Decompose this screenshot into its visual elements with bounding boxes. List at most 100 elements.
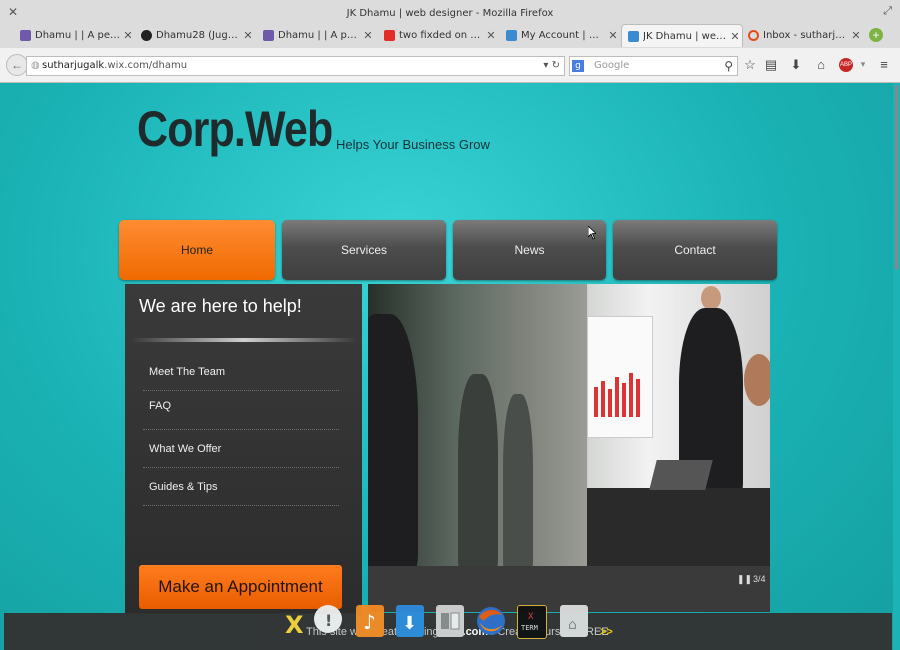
whiteboard-chart bbox=[587, 316, 653, 438]
url-path: .wix.com/dhamu bbox=[104, 60, 188, 71]
search-icon[interactable]: ⚲ bbox=[724, 57, 733, 75]
svg-text:⌂: ⌂ bbox=[568, 617, 577, 633]
avatar-icon bbox=[20, 29, 31, 41]
site-tagline: Helps Your Business Grow bbox=[336, 137, 490, 152]
woman-head bbox=[744, 354, 770, 406]
help-link-what-we-offer[interactable]: What We Offer bbox=[149, 443, 339, 455]
site-logo[interactable]: Corp.Web bbox=[137, 100, 333, 158]
svg-text:⬇: ⬇ bbox=[402, 613, 417, 634]
tab-label: Inbox - sutharjugalk@... bbox=[763, 29, 849, 41]
tab-7[interactable]: Inbox - sutharjugalk@... ✕ bbox=[742, 24, 863, 46]
download-manager-icon[interactable]: ⬇ bbox=[396, 605, 424, 637]
tab-label: two fixded on the top... bbox=[399, 29, 484, 41]
svg-text:X: X bbox=[285, 611, 304, 637]
svg-text:X: X bbox=[528, 612, 534, 622]
slideshow-image[interactable] bbox=[368, 284, 770, 566]
google-engine-icon[interactable]: g bbox=[572, 60, 584, 72]
svg-text:♪: ♪ bbox=[363, 610, 376, 634]
make-appointment-button[interactable]: Make an Appointment bbox=[139, 565, 342, 609]
hamburger-menu-icon[interactable]: ≡ bbox=[876, 57, 892, 72]
nav-home-button[interactable]: Home bbox=[119, 220, 275, 280]
close-tab-icon[interactable]: ✕ bbox=[484, 29, 498, 42]
avatar-icon bbox=[263, 29, 274, 41]
divider bbox=[143, 390, 339, 391]
tab-label: My Account | Wix.com bbox=[521, 29, 606, 41]
url-bar[interactable]: ◍ sutharjugalk.wix.com/dhamu ▾ ↻ bbox=[26, 56, 565, 76]
tab-4[interactable]: two fixded on the top... ✕ bbox=[378, 24, 498, 46]
bookmark-star-icon[interactable]: ☆ bbox=[742, 57, 758, 73]
close-tab-icon[interactable]: ✕ bbox=[728, 30, 742, 43]
help-link-guides-tips[interactable]: Guides & Tips bbox=[149, 481, 339, 493]
nav-services-button[interactable]: Services bbox=[282, 220, 446, 280]
tab-1[interactable]: Dhamu | | A perfect ... ✕ bbox=[14, 24, 135, 46]
tab-3[interactable]: Dhamu | | A perfect ... ✕ bbox=[257, 24, 375, 46]
navigation-toolbar: ← ◍ sutharjugalk.wix.com/dhamu ▾ ↻ g Goo… bbox=[0, 48, 900, 83]
meeting-table bbox=[587, 488, 770, 566]
tab-2[interactable]: Dhamu28 (Jugal Dha... ✕ bbox=[135, 24, 255, 46]
new-tab-plus-icon[interactable]: + bbox=[869, 28, 883, 42]
tab-6-active[interactable]: JK Dhamu | web desi... ✕ bbox=[621, 24, 743, 47]
reload-icon[interactable]: ▾ ↻ bbox=[543, 57, 560, 75]
close-tab-icon[interactable]: ✕ bbox=[361, 29, 375, 42]
download-arrow-icon[interactable]: ⬇ bbox=[788, 57, 804, 73]
businessman-figure bbox=[368, 314, 418, 566]
close-tab-icon[interactable]: ✕ bbox=[606, 29, 620, 42]
help-title: We are here to help! bbox=[139, 296, 302, 316]
loading-icon bbox=[748, 29, 759, 41]
music-player-icon[interactable]: ♪ bbox=[356, 605, 384, 637]
divider bbox=[143, 467, 339, 468]
window-titlebar: ✕ JK Dhamu | web designer - Mozilla Fire… bbox=[0, 0, 900, 26]
wix-icon bbox=[628, 30, 639, 42]
wix-icon bbox=[506, 29, 517, 41]
scrollbar-thumb[interactable] bbox=[895, 85, 898, 270]
bar-chart-graphic bbox=[594, 373, 640, 417]
laptop-graphic bbox=[649, 460, 713, 490]
tab-label: JK Dhamu | web desi... bbox=[643, 30, 728, 42]
svg-text:TERM: TERM bbox=[521, 624, 538, 632]
adblock-icon[interactable]: ABP bbox=[839, 58, 853, 72]
adblock-dropdown-icon[interactable]: ▾ bbox=[855, 59, 871, 70]
reading-list-icon[interactable]: ▤ bbox=[763, 57, 779, 73]
nav-contact-button[interactable]: Contact bbox=[613, 220, 777, 280]
help-link-meet-the-team[interactable]: Meet The Team bbox=[149, 366, 339, 378]
home-icon[interactable]: ⌂ bbox=[813, 57, 829, 72]
url-host: sutharjugalk bbox=[42, 60, 105, 71]
firefox-icon[interactable] bbox=[476, 605, 505, 637]
terminal-icon[interactable]: X TERM bbox=[517, 605, 547, 639]
page-scrollbar[interactable] bbox=[893, 83, 900, 650]
pause-icon[interactable]: ❚❚ bbox=[737, 574, 752, 585]
web-page: Corp.Web Helps Your Business Grow Home S… bbox=[0, 83, 893, 650]
globe-icon: ◍ bbox=[31, 60, 40, 71]
tab-strip: Dhamu | | A perfect ... ✕ Dhamu28 (Jugal… bbox=[0, 24, 900, 48]
banner-suffix: . Create yours for FREE bbox=[488, 626, 609, 638]
close-tab-icon[interactable]: ✕ bbox=[241, 29, 255, 42]
banner-arrow: >> bbox=[600, 626, 613, 638]
mouse-cursor-icon bbox=[588, 226, 596, 240]
help-link-faq[interactable]: FAQ bbox=[149, 400, 339, 412]
tab-5[interactable]: My Account | Wix.com ✕ bbox=[500, 24, 620, 46]
search-placeholder: Google bbox=[594, 60, 630, 71]
github-icon bbox=[141, 29, 152, 41]
home-folder-icon[interactable]: ⌂ bbox=[560, 605, 588, 637]
close-tab-icon[interactable]: ✕ bbox=[849, 29, 863, 42]
url-text: sutharjugalk.wix.com/dhamu bbox=[42, 57, 187, 75]
settings-panel-icon[interactable] bbox=[436, 605, 464, 637]
svg-text:!: ! bbox=[325, 611, 332, 630]
nav-news-button[interactable]: News bbox=[453, 220, 606, 280]
search-bar[interactable]: g Google ⚲ bbox=[569, 56, 738, 76]
window-resize-icon[interactable]: ⤢ bbox=[883, 5, 892, 18]
window-title: JK Dhamu | web designer - Mozilla Firefo… bbox=[346, 8, 554, 19]
notification-icon[interactable]: ! bbox=[314, 605, 342, 633]
tab-label: Dhamu | | A perfect ... bbox=[35, 29, 121, 41]
back-arrow-icon[interactable]: ← bbox=[6, 54, 28, 76]
youtube-icon bbox=[384, 29, 395, 41]
divider bbox=[143, 505, 339, 506]
wix-star-icon[interactable]: X bbox=[282, 605, 310, 639]
wix-banner[interactable]: This site was created using WIX.com . Cr… bbox=[4, 605, 892, 650]
tab-label: Dhamu28 (Jugal Dha... bbox=[156, 29, 241, 41]
help-title-underline bbox=[131, 338, 357, 342]
slide-counter: 3/4 bbox=[753, 574, 766, 584]
close-tab-icon[interactable]: ✕ bbox=[121, 29, 135, 42]
divider bbox=[143, 429, 339, 430]
background-figure bbox=[503, 394, 533, 566]
